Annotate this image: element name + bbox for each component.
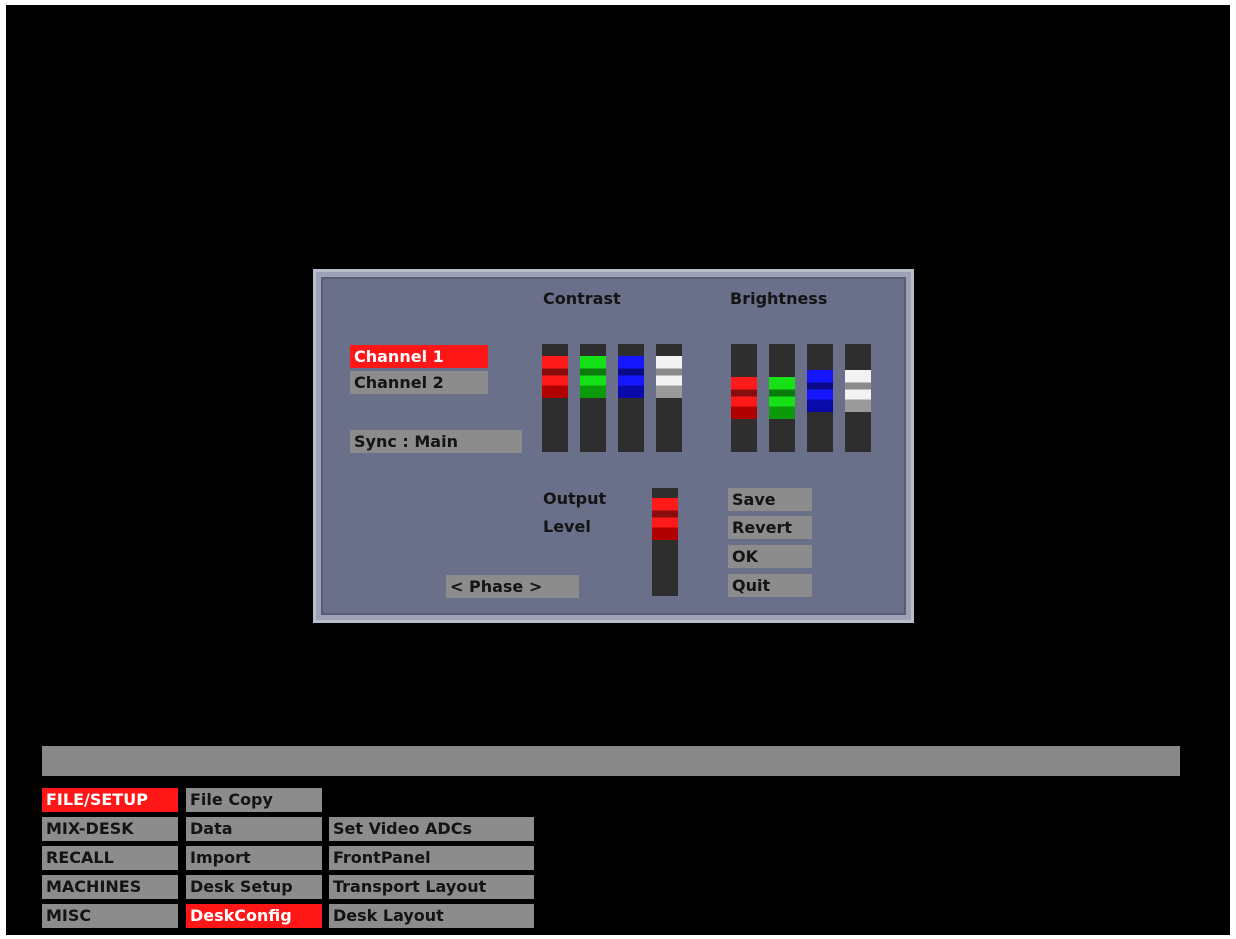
- output-label: Output: [543, 489, 607, 508]
- menu-frontpanel[interactable]: FrontPanel: [329, 846, 534, 870]
- brightness-white-thumb[interactable]: [845, 370, 871, 412]
- phase-button[interactable]: < Phase >: [446, 575, 579, 598]
- output-level-slider[interactable]: [652, 488, 678, 596]
- output-level-thumb[interactable]: [652, 498, 678, 540]
- brightness-green-slider[interactable]: [769, 344, 795, 452]
- revert-button[interactable]: Revert: [728, 516, 812, 539]
- level-label: Level: [543, 517, 591, 536]
- menu-recall[interactable]: RECALL: [42, 846, 178, 870]
- menu-deskconfig[interactable]: DeskConfig: [186, 904, 322, 928]
- menu-mix-desk[interactable]: MIX-DESK: [42, 817, 178, 841]
- status-bar: [42, 746, 1180, 776]
- menu-data[interactable]: Data: [186, 817, 322, 841]
- ok-button[interactable]: OK: [728, 545, 812, 568]
- contrast-blue-slider[interactable]: [618, 344, 644, 452]
- menu-file-setup[interactable]: FILE/SETUP: [42, 788, 178, 812]
- menu-misc[interactable]: MISC: [42, 904, 178, 928]
- contrast-green-thumb[interactable]: [580, 356, 606, 398]
- channel-1-button[interactable]: Channel 1: [350, 345, 488, 368]
- save-button[interactable]: Save: [728, 488, 812, 511]
- contrast-red-thumb[interactable]: [542, 356, 568, 398]
- contrast-blue-thumb[interactable]: [618, 356, 644, 398]
- menu-desk-setup[interactable]: Desk Setup: [186, 875, 322, 899]
- menu-desk-layout[interactable]: Desk Layout: [329, 904, 534, 928]
- menu-set-video-adcs[interactable]: Set Video ADCs: [329, 817, 534, 841]
- contrast-heading: Contrast: [543, 289, 621, 308]
- channel-2-button[interactable]: Channel 2: [350, 371, 488, 394]
- brightness-white-slider[interactable]: [845, 344, 871, 452]
- contrast-red-slider[interactable]: [542, 344, 568, 452]
- contrast-white-slider[interactable]: [656, 344, 682, 452]
- menu-file-copy[interactable]: File Copy: [186, 788, 322, 812]
- video-adc-dialog: Contrast Brightness Channel 1 Channel 2 …: [313, 269, 914, 623]
- brightness-red-slider[interactable]: [731, 344, 757, 452]
- menu-import[interactable]: Import: [186, 846, 322, 870]
- menu-transport-layout[interactable]: Transport Layout: [329, 875, 534, 899]
- contrast-white-thumb[interactable]: [656, 356, 682, 398]
- brightness-blue-thumb[interactable]: [807, 370, 833, 412]
- quit-button[interactable]: Quit: [728, 574, 812, 597]
- menu-machines[interactable]: MACHINES: [42, 875, 178, 899]
- brightness-green-thumb[interactable]: [769, 377, 795, 419]
- brightness-blue-slider[interactable]: [807, 344, 833, 452]
- sync-button[interactable]: Sync : Main: [350, 430, 522, 453]
- brightness-heading: Brightness: [730, 289, 828, 308]
- brightness-red-thumb[interactable]: [731, 377, 757, 419]
- contrast-green-slider[interactable]: [580, 344, 606, 452]
